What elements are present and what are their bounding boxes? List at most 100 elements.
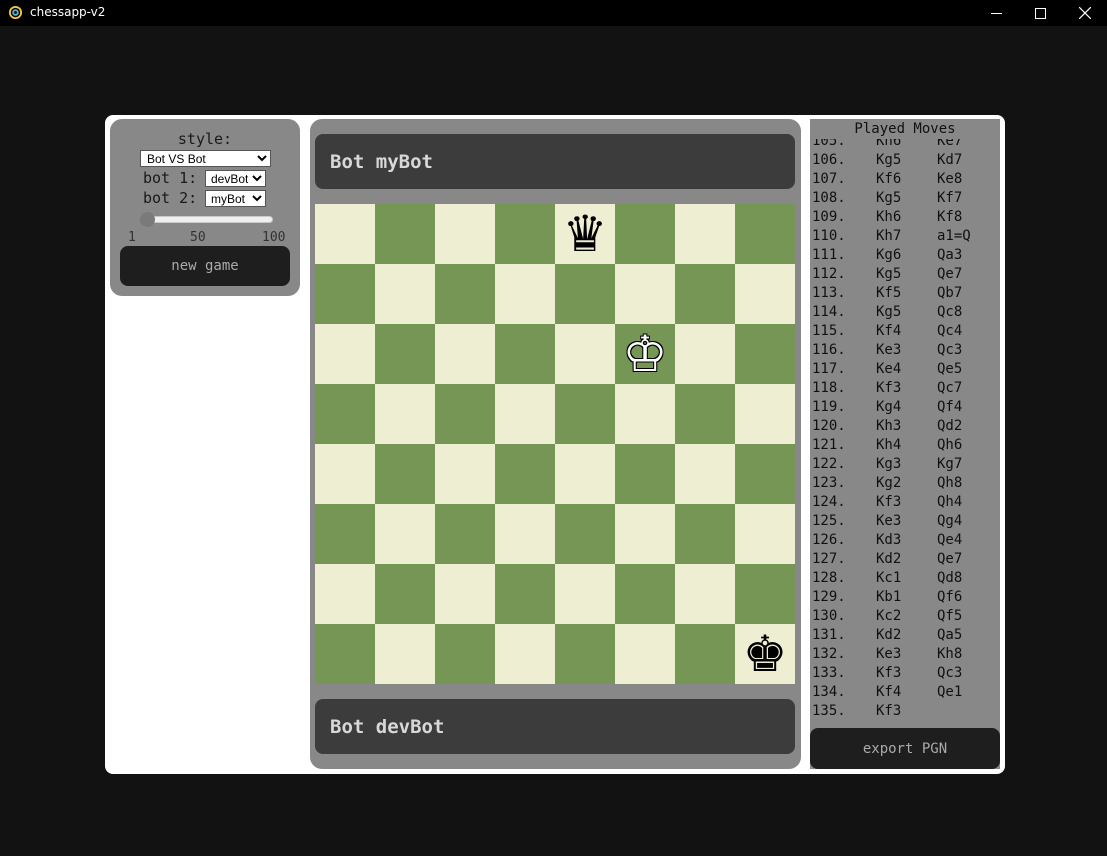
move-number: 106. — [812, 152, 846, 168]
bot1-select[interactable]: devBot — [205, 170, 266, 187]
square-g3[interactable] — [675, 504, 735, 564]
speed-slider-track[interactable] — [145, 216, 273, 223]
square-d7[interactable] — [495, 264, 555, 324]
square-c8[interactable] — [435, 204, 495, 264]
minimize-button[interactable] — [973, 0, 1019, 26]
white-move: Kc2 — [876, 608, 902, 624]
move-number: 134. — [812, 684, 846, 700]
square-f3[interactable] — [615, 504, 675, 564]
black-move: Qc4 — [937, 323, 963, 339]
white-move: Kd2 — [876, 627, 902, 643]
move-number: 122. — [812, 456, 846, 472]
square-e4[interactable] — [555, 444, 615, 504]
white-move: Kf3 — [876, 380, 902, 396]
new-game-button[interactable]: new game — [120, 246, 290, 286]
square-f6[interactable]: ♔ — [615, 324, 675, 384]
square-h7[interactable] — [735, 264, 795, 324]
square-b6[interactable] — [375, 324, 435, 384]
square-g5[interactable] — [675, 384, 735, 444]
square-e6[interactable] — [555, 324, 615, 384]
square-f5[interactable] — [615, 384, 675, 444]
square-h1[interactable]: ♚ — [735, 624, 795, 684]
square-f2[interactable] — [615, 564, 675, 624]
square-g2[interactable] — [675, 564, 735, 624]
square-g1[interactable] — [675, 624, 735, 684]
square-a6[interactable] — [315, 324, 375, 384]
square-c2[interactable] — [435, 564, 495, 624]
bot2-select[interactable]: myBot — [205, 190, 266, 207]
square-g7[interactable] — [675, 264, 735, 324]
square-e8[interactable]: ♛ — [555, 204, 615, 264]
square-b8[interactable] — [375, 204, 435, 264]
square-c6[interactable] — [435, 324, 495, 384]
square-h6[interactable] — [735, 324, 795, 384]
square-h4[interactable] — [735, 444, 795, 504]
black-queen-icon[interactable]: ♛ — [563, 209, 608, 259]
square-h8[interactable] — [735, 204, 795, 264]
style-select[interactable]: Bot VS Bot — [140, 150, 271, 167]
move-row: 126. Kd3 Qe4 — [810, 532, 1000, 551]
white-move: Ke4 — [876, 361, 902, 377]
square-a4[interactable] — [315, 444, 375, 504]
moves-list[interactable]: 105. Kh6 Ke7 106. Kg5 Kd7 107. Kf6 Ke8 108. Kg5 Kf7… — [810, 133, 1000, 729]
square-a8[interactable] — [315, 204, 375, 264]
square-g8[interactable] — [675, 204, 735, 264]
square-e7[interactable] — [555, 264, 615, 324]
square-a3[interactable] — [315, 504, 375, 564]
square-f4[interactable] — [615, 444, 675, 504]
white-move: Kf5 — [876, 285, 902, 301]
move-row: 125. Ke3 Qg4 — [810, 513, 1000, 532]
square-e2[interactable] — [555, 564, 615, 624]
square-b7[interactable] — [375, 264, 435, 324]
square-a7[interactable] — [315, 264, 375, 324]
move-number: 129. — [812, 589, 846, 605]
square-d3[interactable] — [495, 504, 555, 564]
black-move: Qf6 — [937, 589, 963, 605]
square-g6[interactable] — [675, 324, 735, 384]
square-d6[interactable] — [495, 324, 555, 384]
square-g4[interactable] — [675, 444, 735, 504]
close-button[interactable] — [1062, 0, 1107, 26]
square-c1[interactable] — [435, 624, 495, 684]
square-a1[interactable] — [315, 624, 375, 684]
export-pgn-button[interactable]: export PGN — [810, 728, 1000, 769]
move-number: 132. — [812, 646, 846, 662]
square-c5[interactable] — [435, 384, 495, 444]
square-d5[interactable] — [495, 384, 555, 444]
square-e5[interactable] — [555, 384, 615, 444]
square-f1[interactable] — [615, 624, 675, 684]
square-a5[interactable] — [315, 384, 375, 444]
maximize-button[interactable] — [1017, 0, 1063, 26]
white-move: Kg3 — [876, 456, 902, 472]
move-row: 111. Kg6 Qa3 — [810, 247, 1000, 266]
square-e1[interactable] — [555, 624, 615, 684]
square-h5[interactable] — [735, 384, 795, 444]
square-b3[interactable] — [375, 504, 435, 564]
speed-slider-thumb[interactable] — [140, 212, 155, 227]
square-c7[interactable] — [435, 264, 495, 324]
square-d4[interactable] — [495, 444, 555, 504]
square-e3[interactable] — [555, 504, 615, 564]
square-a2[interactable] — [315, 564, 375, 624]
square-b4[interactable] — [375, 444, 435, 504]
square-b2[interactable] — [375, 564, 435, 624]
square-f7[interactable] — [615, 264, 675, 324]
square-f8[interactable] — [615, 204, 675, 264]
move-row: 106. Kg5 Kd7 — [810, 152, 1000, 171]
white-move: Kd3 — [876, 532, 902, 548]
move-number: 114. — [812, 304, 846, 320]
square-b5[interactable] — [375, 384, 435, 444]
square-d8[interactable] — [495, 204, 555, 264]
white-king-icon[interactable]: ♔ — [623, 329, 668, 379]
black-move: Qd8 — [937, 570, 963, 586]
square-d2[interactable] — [495, 564, 555, 624]
move-row: 112. Kg5 Qe7 — [810, 266, 1000, 285]
square-c3[interactable] — [435, 504, 495, 564]
chess-board[interactable]: ♛ ♔ ♚ — [315, 204, 795, 684]
black-king-icon[interactable]: ♚ — [743, 629, 788, 679]
square-d1[interactable] — [495, 624, 555, 684]
square-h2[interactable] — [735, 564, 795, 624]
square-b1[interactable] — [375, 624, 435, 684]
square-c4[interactable] — [435, 444, 495, 504]
square-h3[interactable] — [735, 504, 795, 564]
